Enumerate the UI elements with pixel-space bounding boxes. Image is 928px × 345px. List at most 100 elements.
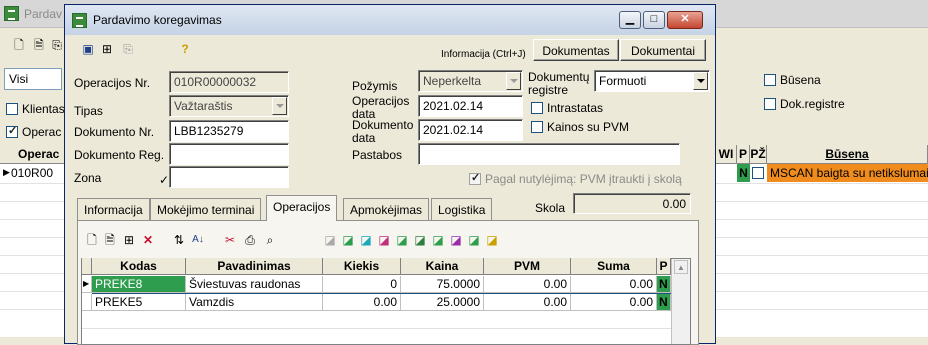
checkbox-box[interactable]	[469, 171, 481, 185]
operacijos-data-field[interactable]: 2021.02.14	[418, 95, 523, 117]
structure-icon[interactable]: ⊞	[122, 233, 136, 247]
checkbox-box[interactable]	[531, 121, 543, 133]
chevron-down-icon[interactable]	[272, 97, 287, 115]
edit-row-icon[interactable]: 🗎	[103, 233, 117, 247]
operacijos-nr-field[interactable]: 010R00000032	[169, 71, 289, 93]
tab-logistika[interactable]: Logistika	[431, 198, 493, 220]
suma-cell[interactable]: 0.00	[571, 294, 657, 311]
kiekis-cell[interactable]: 0.00	[323, 294, 401, 311]
copy-document-icon[interactable]: ⎘	[50, 38, 64, 52]
pvm-cell[interactable]: 0.00	[484, 294, 571, 311]
dokumento-reg-label: Dokumento Reg.	[74, 148, 165, 162]
pagal-nutylejima-checkbox[interactable]: Pagal nutylėjimą: PVM įtraukti į skolą	[469, 171, 682, 186]
busena-checkbox[interactable]: Būsena	[764, 73, 821, 87]
pastabos-field[interactable]	[418, 143, 680, 165]
p-cell[interactable]: N	[657, 276, 671, 293]
action-icon-4[interactable]: ◪	[377, 233, 391, 247]
save-icon[interactable]: ▣	[81, 42, 95, 56]
checkbox-box[interactable]	[531, 102, 543, 114]
table-row[interactable]: ▶ 010R00	[0, 164, 64, 182]
table-row[interactable]: PREKE5 Vamzdis 0.00 25.0000 0.00 0.00 N	[82, 294, 671, 311]
klientas-checkbox[interactable]: Klientas	[6, 102, 65, 116]
table-row[interactable]: ▶ PREKE8 Šviestuvas raudonas 0 75.0000 0…	[82, 276, 671, 293]
tipas-select[interactable]: Važtaraštis	[169, 95, 289, 117]
dok-registre-select[interactable]: Formuoti	[594, 70, 710, 92]
row-pz-checkbox[interactable]	[752, 167, 764, 182]
kiekis-cell[interactable]: 0	[323, 276, 401, 293]
print-icon[interactable]: ⎙	[243, 233, 257, 247]
action-icon-6[interactable]: ◪	[413, 233, 427, 247]
view-document-icon[interactable]: 🗎	[32, 38, 46, 52]
binoculars-icon[interactable]: ⌕	[263, 233, 277, 247]
column-header-suma[interactable]: Suma	[571, 258, 657, 275]
checkbox-box[interactable]	[6, 124, 18, 138]
close-button[interactable]: ✕	[667, 11, 703, 29]
minimize-button[interactable]: ▁	[619, 11, 641, 29]
new-document-icon[interactable]: 🗋	[12, 38, 26, 52]
pozymis-select[interactable]: Neperkelta	[418, 70, 523, 92]
intrastatas-checkbox[interactable]: Intrastatas	[531, 101, 603, 115]
intrastatas-label: Intrastatas	[547, 101, 604, 115]
kaina-cell[interactable]: 75.0000	[401, 276, 484, 293]
column-header-kaina[interactable]: Kaina	[401, 258, 484, 275]
dokumento-reg-field[interactable]	[169, 143, 289, 165]
delete-icon[interactable]: ✕	[141, 233, 155, 247]
pavadinimas-cell[interactable]: Šviestuvas raudonas	[186, 276, 323, 293]
column-header-wi[interactable]: WI	[716, 145, 737, 164]
action-icon-10[interactable]: ◪	[485, 233, 499, 247]
action-icon-5[interactable]: ◪	[395, 233, 409, 247]
kainos-su-pvm-checkbox[interactable]: Kainos su PVM	[531, 120, 629, 134]
column-header-operac[interactable]: Operac	[0, 145, 64, 164]
pvm-cell[interactable]: 0.00	[484, 276, 571, 293]
new-row-icon[interactable]: 🗋	[85, 233, 99, 247]
kaina-cell[interactable]: 25.0000	[401, 294, 484, 311]
tab-mokejimo-terminai[interactable]: Mokėjimo terminai	[150, 198, 262, 220]
kodas-cell[interactable]: PREKE5	[92, 294, 186, 311]
dokumentai-button[interactable]: Dokumentai	[620, 39, 706, 61]
zona-field[interactable]	[169, 166, 289, 188]
dokumento-data-field[interactable]: 2021.02.14	[418, 119, 523, 141]
sort-icon[interactable]: ⇅	[172, 233, 186, 247]
maximize-button[interactable]: □	[643, 11, 665, 29]
p-cell[interactable]: N	[657, 294, 671, 311]
filter-select[interactable]: Visi	[4, 68, 62, 90]
skola-field[interactable]: 0.00	[573, 193, 691, 214]
action-icon-2[interactable]: ◪	[341, 233, 355, 247]
column-header-p[interactable]: P	[737, 145, 750, 164]
grid-scrollbar[interactable]: ▲	[671, 259, 690, 344]
action-icon-8[interactable]: ◪	[449, 233, 463, 247]
column-header-pvm[interactable]: PVM	[484, 258, 571, 275]
suma-cell[interactable]: 0.00	[571, 276, 657, 293]
kodas-cell[interactable]: PREKE8	[92, 276, 186, 293]
action-icon-7[interactable]: ◪	[431, 233, 445, 247]
dokumentas-button[interactable]: Dokumentas	[533, 39, 619, 61]
chevron-down-icon[interactable]	[506, 72, 521, 90]
operac-checkbox[interactable]: Operac	[6, 124, 61, 139]
action-icon-3[interactable]: ◪	[359, 233, 373, 247]
tab-operacijos[interactable]: Operacijos	[266, 195, 338, 221]
action-icon-1[interactable]: ◪	[323, 233, 337, 247]
pavadinimas-cell[interactable]: Vamzdis	[186, 294, 323, 311]
checkbox-box[interactable]	[764, 74, 776, 86]
tab-apmokejimas[interactable]: Apmokėjimas	[343, 198, 430, 220]
help-icon[interactable]: ?	[178, 42, 192, 56]
tab-informacija[interactable]: Informacija	[77, 198, 150, 220]
column-header-pz[interactable]: PŽ	[750, 145, 767, 164]
column-header-p[interactable]: P	[657, 258, 671, 275]
scroll-up-icon[interactable]: ▲	[674, 260, 688, 274]
dialog-titlebar[interactable]: Pardavimo koregavimas ▁ □ ✕	[65, 5, 715, 35]
dok-registre-checkbox[interactable]: Dok.registre	[764, 97, 845, 111]
action-icon-9[interactable]: ◪	[467, 233, 481, 247]
column-header-pavadinimas[interactable]: Pavadinimas	[186, 258, 323, 275]
checkbox-box[interactable]	[6, 103, 18, 115]
copy-icon[interactable]: ⎘	[121, 42, 135, 56]
checkbox-box[interactable]	[764, 98, 776, 110]
clear-icon[interactable]: ✂	[223, 233, 237, 247]
structure-icon[interactable]: ⊞	[100, 42, 114, 56]
chevron-down-icon[interactable]	[693, 72, 708, 90]
column-header-kiekis[interactable]: Kiekis	[323, 258, 401, 275]
column-header-busena[interactable]: Būsena	[767, 145, 928, 164]
column-header-kodas[interactable]: Kodas	[92, 258, 186, 275]
dokumento-nr-field[interactable]: LBB1235279	[169, 120, 289, 142]
sort-az-icon[interactable]: A↓	[191, 233, 205, 247]
